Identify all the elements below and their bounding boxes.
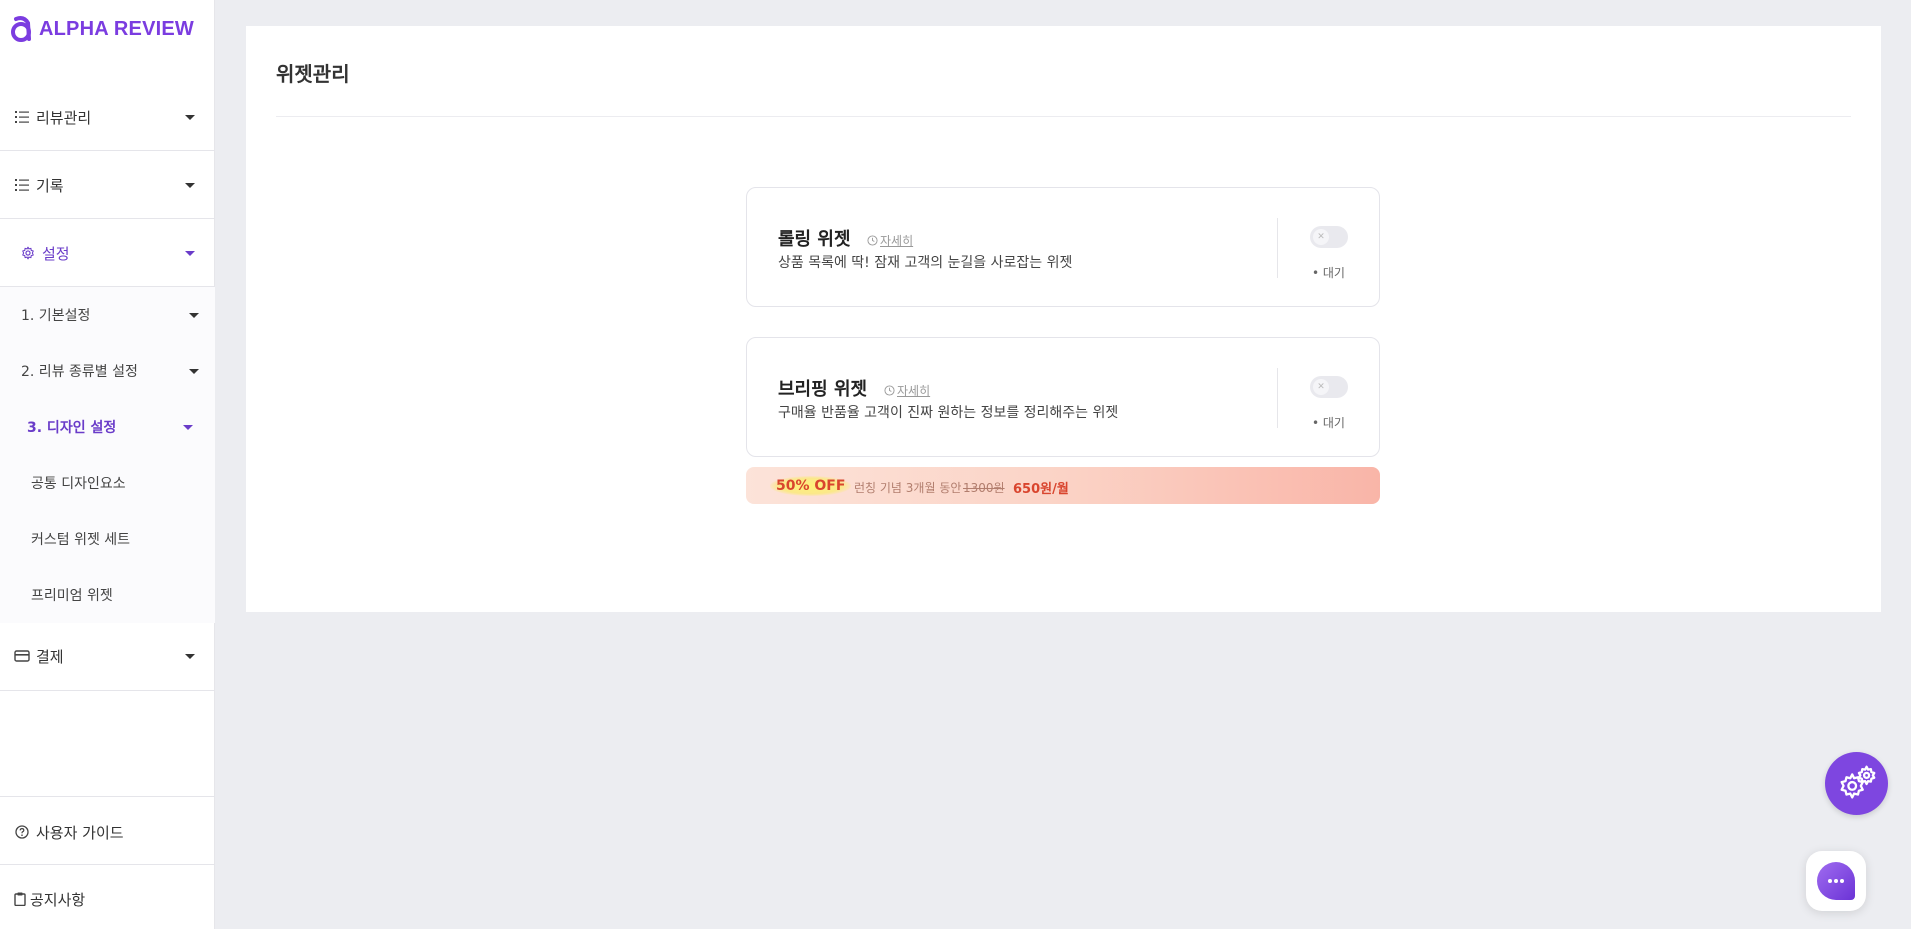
sidebar-sub-label: 공통 디자인요소 (31, 476, 126, 492)
widget-status: • 대기 (1312, 266, 1345, 280)
chat-icon (1817, 862, 1855, 900)
widget-toggle[interactable]: ✕ (1310, 226, 1348, 248)
widget-detail-link[interactable]: 자세히 (867, 232, 913, 249)
widget-title: 브리핑 위젯 (778, 379, 868, 400)
sidebar-sub-item-basic-settings[interactable]: 1. 기본설정 (21, 304, 215, 326)
list-icon (14, 109, 30, 125)
clipboard-icon (12, 891, 28, 907)
sidebar-item-label: 설정 (42, 244, 70, 263)
chevron-down-icon (185, 653, 195, 659)
chevron-down-icon (183, 424, 193, 430)
sidebar-item-notices[interactable]: 공지사항 (0, 886, 215, 912)
divider (0, 864, 215, 865)
chevron-down-icon (189, 312, 199, 318)
sidebar-sub-label: 2. 리뷰 종류별 설정 (21, 364, 138, 380)
sidebar-sub-item-review-type-settings[interactable]: 2. 리뷰 종류별 설정 (21, 360, 215, 382)
alpha-logo-icon (10, 15, 34, 43)
chevron-down-icon (185, 114, 195, 120)
settings-submenu (0, 287, 215, 623)
widget-card-rolling: 롤링 위젯 자세히 상품 목록에 딱! 잠재 고객의 눈길을 사로잡는 위젯 ✕… (746, 187, 1380, 307)
help-circle-icon (14, 824, 30, 840)
logo[interactable]: ALPHA REVIEW (10, 14, 194, 44)
sidebar-item-label: 기록 (36, 176, 64, 195)
widget-description: 구매율 반품율 고객이 진짜 원하는 정보를 정리해주는 위젯 (778, 405, 1119, 421)
widget-description: 상품 목록에 딱! 잠재 고객의 눈길을 사로잡는 위젯 (778, 255, 1073, 271)
widget-toggle[interactable]: ✕ (1310, 376, 1348, 398)
main-panel: 위젯관리 롤링 위젯 자세히 상품 목록에 딱! 잠재 고객의 눈길을 사로잡는… (246, 26, 1881, 612)
sidebar-sub-item-premium-widget[interactable]: 프리미엄 위젯 (31, 584, 113, 606)
sidebar-sub-label: 커스텀 위젯 세트 (31, 532, 131, 548)
sidebar-item-review-management[interactable]: 리뷰관리 (0, 104, 215, 130)
divider (0, 690, 215, 691)
sidebar-sub-item-common-design[interactable]: 공통 디자인요소 (31, 472, 126, 494)
list-icon (14, 177, 30, 193)
promo-new-price: 650원/월 (1013, 482, 1069, 497)
clock-icon (867, 235, 878, 246)
chevron-down-icon (185, 182, 195, 188)
widget-title: 롤링 위젯 (778, 229, 851, 250)
card-icon (14, 648, 30, 664)
page-title: 위젯관리 (276, 62, 350, 86)
floating-settings-button[interactable] (1825, 752, 1888, 815)
widget-detail-label: 자세히 (897, 384, 931, 398)
promo-badge: 50% OFF (770, 476, 852, 496)
divider (276, 116, 1851, 117)
sidebar-item-label: 공지사항 (30, 890, 86, 909)
sidebar-item-user-guide[interactable]: 사용자 가이드 (0, 819, 215, 845)
toggle-off-icon: ✕ (1313, 229, 1329, 245)
promo-text: 런칭 기념 3개월 동안 (854, 481, 962, 495)
widget-detail-label: 자세히 (880, 234, 914, 248)
divider (0, 796, 215, 797)
chevron-down-icon (185, 250, 195, 256)
sidebar-sub-item-custom-widget-set[interactable]: 커스텀 위젯 세트 (31, 528, 130, 550)
toggle-off-icon: ✕ (1313, 379, 1329, 395)
sidebar-item-label: 결제 (36, 647, 64, 666)
sidebar-item-payment[interactable]: 결제 (0, 643, 215, 669)
sidebar-item-history[interactable]: 기록 (0, 172, 215, 198)
promo-old-price: 1300원 (963, 481, 1005, 495)
chevron-down-icon (189, 368, 199, 374)
sidebar-sub-item-design-settings[interactable]: 3. 디자인 설정 (27, 416, 215, 438)
sidebar-item-settings[interactable]: 설정 (0, 240, 215, 266)
divider (0, 218, 215, 219)
chat-button[interactable] (1806, 851, 1866, 911)
brand-name: ALPHA REVIEW (39, 17, 194, 40)
widget-detail-link[interactable]: 자세히 (884, 382, 930, 399)
widget-card-briefing: 브리핑 위젯 자세히 구매율 반품율 고객이 진짜 원하는 정보를 정리해주는 … (746, 337, 1380, 457)
promo-banner[interactable]: 50% OFF 런칭 기념 3개월 동안 1300원 650원/월 (746, 467, 1380, 504)
gears-icon (1840, 765, 1875, 799)
divider (0, 150, 215, 151)
sidebar-item-label: 사용자 가이드 (36, 823, 124, 842)
gear-icon (20, 245, 36, 261)
sidebar: ALPHA REVIEW 리뷰관리 기록 설정 1. 기본설정 2. 리뷰 종류… (0, 0, 215, 929)
sidebar-item-label: 리뷰관리 (36, 108, 92, 127)
clock-icon (884, 385, 895, 396)
widget-status: • 대기 (1312, 416, 1345, 430)
sidebar-sub-label: 1. 기본설정 (21, 308, 91, 324)
sidebar-sub-label: 3. 디자인 설정 (27, 420, 117, 436)
divider (1277, 368, 1278, 428)
divider (1277, 218, 1278, 278)
sidebar-sub-label: 프리미엄 위젯 (31, 588, 113, 604)
